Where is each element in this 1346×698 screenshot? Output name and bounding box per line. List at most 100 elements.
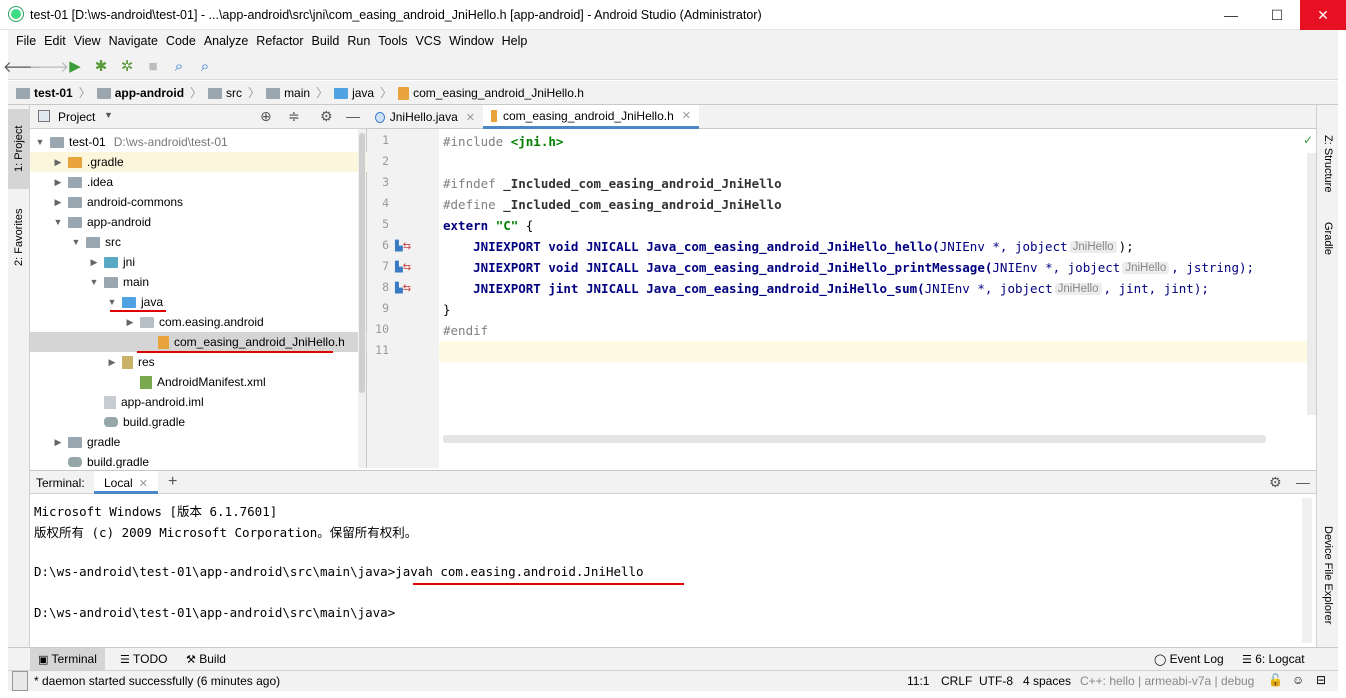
breadcrumb-item[interactable]: java 〉 [334, 84, 394, 101]
build-tool-tab[interactable]: ⚒ Build [186, 652, 226, 666]
structure-tool-tab[interactable]: Z: Structure [1317, 129, 1339, 199]
event-log-tab[interactable]: ◯ Event Log [1154, 652, 1224, 666]
menu-help[interactable]: Help [498, 34, 532, 48]
gear-icon[interactable]: ⚙ [320, 108, 333, 125]
file-encoding[interactable]: UTF-8 [979, 674, 1013, 688]
breadcrumb-item[interactable]: test-01 〉 [16, 84, 93, 101]
tab-jnihello-header[interactable]: com_easing_android_JniHello.h ✕ [483, 105, 699, 129]
tree-scrollbar[interactable] [358, 129, 366, 468]
tree-item[interactable]: com_easing_android_JniHello.h [30, 332, 367, 352]
menu-run[interactable]: Run [343, 34, 374, 48]
vertical-scrollbar[interactable] [1307, 153, 1316, 415]
tree-item[interactable]: ▼ test-01 D:\ws-android\test-01 [30, 132, 367, 152]
gear-icon[interactable]: ⚙ [1269, 474, 1282, 491]
collapse-icon[interactable]: ≑ [288, 108, 300, 125]
collapse-arrow-icon[interactable]: ▶ [88, 257, 100, 268]
chevron-down-icon[interactable]: ▼ [104, 110, 113, 120]
maximize-button[interactable]: ☐ [1254, 0, 1300, 30]
implementation-gutter-icon[interactable]: ▙⇆ [395, 283, 411, 294]
todo-tool-tab[interactable]: ☰ TODO [120, 652, 167, 666]
tree-item[interactable]: ▼ java [30, 292, 367, 312]
favorites-tool-tab[interactable]: 2: Favorites [8, 197, 30, 277]
menu-view[interactable]: View [70, 34, 105, 48]
horizontal-scrollbar[interactable] [443, 435, 1266, 443]
line-separator[interactable]: CRLF [941, 674, 972, 688]
forward-icon[interactable]: 🡒 [29, 57, 69, 76]
tool-windows-toggle-icon[interactable] [12, 671, 28, 691]
close-tab-icon[interactable]: ✕ [466, 111, 475, 124]
collapse-arrow-icon[interactable]: ▶ [52, 437, 64, 448]
menu-analyze[interactable]: Analyze [200, 34, 252, 48]
tree-item[interactable]: app-android.iml [30, 392, 367, 412]
menu-vcs[interactable]: VCS [411, 34, 445, 48]
locate-icon[interactable]: ⊕ [260, 108, 272, 125]
tree-item[interactable]: ▶ res [30, 352, 367, 372]
menu-code[interactable]: Code [162, 34, 200, 48]
tree-item[interactable]: ▼ src [30, 232, 367, 252]
menu-navigate[interactable]: Navigate [105, 34, 162, 48]
cpp-context[interactable]: C++: hello | armeabi-v7a | debug [1080, 674, 1254, 688]
tree-item[interactable]: ▼ app-android [30, 212, 367, 232]
status-message[interactable]: * daemon started successfully (6 minutes… [34, 674, 280, 688]
event-icon[interactable]: ⊟ [1316, 673, 1326, 687]
project-tool-tab[interactable]: 1: Project [8, 109, 30, 189]
collapse-arrow-icon[interactable]: ▶ [124, 317, 136, 328]
logcat-tab[interactable]: ☰ 6: Logcat [1242, 652, 1305, 666]
breadcrumb-item[interactable]: src 〉 [208, 84, 262, 101]
breadcrumb-item[interactable]: com_easing_android_JniHello.h [398, 86, 584, 100]
attach-debugger-icon[interactable]: ✲ [118, 57, 136, 75]
collapse-arrow-icon[interactable]: ▶ [52, 177, 64, 188]
device-file-explorer-tab[interactable]: Device File Explorer [1317, 515, 1339, 635]
terminal-scrollbar[interactable] [1302, 498, 1312, 643]
close-button[interactable]: ✕ [1300, 0, 1346, 30]
tab-jnihello-java[interactable]: JniHello.java ✕ [367, 105, 483, 129]
expand-arrow-icon[interactable]: ▼ [106, 297, 118, 307]
hide-icon[interactable]: — [1296, 474, 1310, 490]
terminal-output[interactable]: Microsoft Windows [版本 6.1.7601] 版权所有 (c)… [30, 494, 1316, 647]
implementation-gutter-icon[interactable]: ▙⇆ [395, 241, 411, 252]
code-editor[interactable]: #include <jni.h> #ifndef _Included_com_e… [439, 129, 1316, 468]
expand-arrow-icon[interactable]: ▼ [34, 137, 46, 147]
hide-icon[interactable]: — [346, 108, 360, 124]
expand-arrow-icon[interactable]: ▼ [70, 237, 82, 247]
menu-build[interactable]: Build [308, 34, 344, 48]
menu-refactor[interactable]: Refactor [252, 34, 307, 48]
tree-item[interactable]: ▶ .idea [30, 172, 367, 192]
gradle-tool-tab[interactable]: Gradle [1317, 209, 1339, 269]
tree-item[interactable]: ▶ android-commons [30, 192, 367, 212]
menu-tools[interactable]: Tools [374, 34, 411, 48]
tree-item[interactable]: build.gradle [30, 452, 367, 468]
tree-item[interactable]: build.gradle [30, 412, 367, 432]
expand-arrow-icon[interactable]: ▼ [52, 217, 64, 227]
stop-icon[interactable]: ■ [144, 57, 162, 75]
lock-icon[interactable]: 🔓 [1268, 673, 1283, 687]
terminal-tab-local[interactable]: Local ✕ [94, 471, 158, 494]
close-tab-icon[interactable]: ✕ [682, 109, 691, 122]
tree-item[interactable]: ▼ main [30, 272, 367, 292]
tree-item[interactable]: ▶ gradle [30, 432, 367, 452]
tree-item[interactable]: ▶ jni [30, 252, 367, 272]
replace-icon[interactable]: ⌕ [196, 57, 214, 75]
menu-edit[interactable]: Edit [40, 34, 70, 48]
tree-item[interactable]: ▶ .gradle [30, 152, 367, 172]
inspector-icon[interactable]: ☺ [1292, 673, 1304, 687]
run-icon[interactable]: ▶ [66, 57, 84, 75]
minimize-button[interactable]: — [1208, 0, 1254, 30]
collapse-arrow-icon[interactable]: ▶ [52, 157, 64, 168]
breadcrumb-item[interactable]: main 〉 [266, 84, 330, 101]
collapse-arrow-icon[interactable]: ▶ [106, 357, 118, 368]
caret-position[interactable]: 11:1 [907, 674, 929, 688]
debug-icon[interactable]: ✱ [92, 57, 110, 75]
project-view-selector[interactable]: Project [58, 110, 95, 124]
find-icon[interactable]: ⌕ [170, 57, 188, 75]
menu-window[interactable]: Window [445, 34, 497, 48]
breadcrumb-item[interactable]: app-android 〉 [96, 84, 204, 101]
menu-file[interactable]: File [12, 34, 40, 48]
new-session-icon[interactable]: + [168, 473, 177, 491]
implementation-gutter-icon[interactable]: ▙⇆ [395, 262, 411, 273]
tree-item[interactable]: AndroidManifest.xml [30, 372, 367, 392]
collapse-arrow-icon[interactable]: ▶ [52, 197, 64, 208]
terminal-tool-tab[interactable]: ▣ Terminal [30, 648, 105, 670]
expand-arrow-icon[interactable]: ▼ [88, 277, 100, 287]
close-tab-icon[interactable]: ✕ [139, 478, 148, 490]
